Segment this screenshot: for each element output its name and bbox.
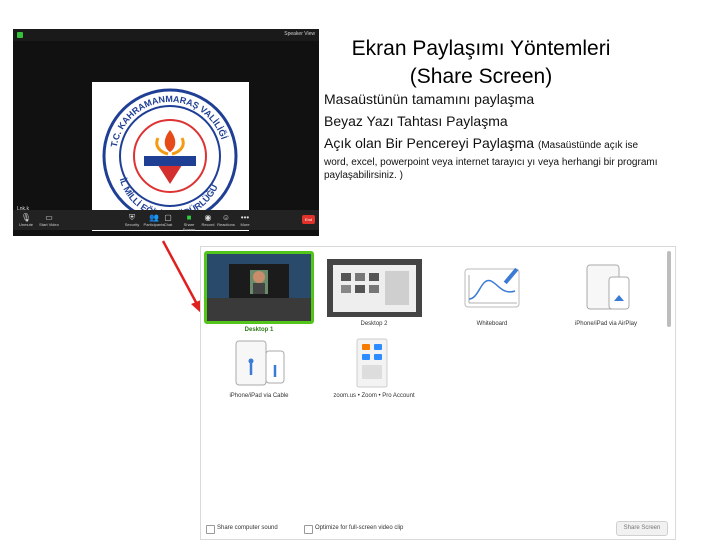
method-item-1: Masaüstünün tamamını paylaşma bbox=[324, 91, 535, 107]
method-item-3-detail: word, excel, powerpoint veya internet ta… bbox=[324, 157, 658, 181]
share-option-airplay[interactable]: iPhone/iPad via AirPlay bbox=[551, 251, 661, 335]
zoom-window-label: zoom.us • Zoom • Pro Account bbox=[333, 393, 415, 399]
zoom-top-bar: Speaker View bbox=[13, 29, 319, 41]
cable-label: iPhone/iPad via Cable bbox=[229, 393, 289, 399]
method-item-2: Beyaz Yazı Tahtası Paylaşma bbox=[324, 113, 508, 129]
zoom-meeting-window: Speaker View T.C. KAHRAMANMARAŞ VALİLİĞİ… bbox=[13, 29, 319, 236]
ipad-cable-icon bbox=[235, 340, 285, 386]
method-item-3-note: (Masaüstünde açık ise bbox=[537, 140, 639, 151]
share-option-whiteboard[interactable]: Whiteboard bbox=[437, 251, 547, 335]
desktop-2-label: Desktop 2 bbox=[360, 321, 388, 327]
camera-icon: ▭ bbox=[45, 213, 53, 222]
share-option-desktop-2[interactable]: Desktop 2 bbox=[319, 251, 429, 335]
optimize-video-checkbox[interactable] bbox=[304, 525, 313, 534]
title-line-2: (Share Screen) bbox=[409, 65, 553, 88]
share-option-desktop-1[interactable]: Desktop 1 bbox=[204, 251, 314, 335]
meb-logo: T.C. KAHRAMANMARAŞ VALİLİĞİ İL MİLLİ EĞİ… bbox=[92, 82, 249, 231]
share-screen-submit-button[interactable]: Share Screen bbox=[616, 521, 668, 536]
zoom-app-icon bbox=[356, 338, 388, 388]
unmute-button[interactable]: 🎙 Unmute bbox=[15, 213, 37, 227]
logo-text-top: T.C. KAHRAMANMARAŞ VALİLİĞİ bbox=[109, 94, 229, 148]
chat-button[interactable]: ▢ Chat bbox=[157, 213, 179, 227]
share-option-zoom-window[interactable]: zoom.us • Zoom • Pro Account bbox=[319, 335, 429, 405]
desktop-1-label: Desktop 1 bbox=[244, 327, 274, 333]
cable-thumbnail bbox=[204, 335, 314, 395]
end-meeting-button[interactable]: End bbox=[302, 215, 315, 224]
slide-title: Ekran Paylaşımı Yöntemleri (Share Screen… bbox=[316, 35, 646, 91]
desktop-2-thumbnail bbox=[319, 251, 429, 324]
encryption-shield-icon[interactable] bbox=[17, 32, 23, 38]
desktop-1-thumbnail bbox=[204, 251, 314, 324]
scrollbar[interactable] bbox=[667, 251, 671, 327]
share-option-cable[interactable]: iPhone/iPad via Cable bbox=[204, 335, 314, 405]
start-video-button[interactable]: ▭ Start Video bbox=[38, 213, 60, 227]
chat-icon: ▢ bbox=[164, 213, 172, 222]
title-line-1: Ekran Paylaşımı Yöntemleri bbox=[351, 37, 611, 60]
share-screen-dialog: Desktop 1 Desktop 2 Whiteboard iPhone/iP… bbox=[200, 246, 676, 540]
more-icon: ••• bbox=[240, 213, 250, 222]
speaker-view-button[interactable]: Speaker View bbox=[284, 31, 315, 37]
airplay-thumbnail bbox=[551, 251, 661, 324]
whiteboard-icon bbox=[464, 267, 520, 308]
video-stage: T.C. KAHRAMANMARAŞ VALİLİĞİ İL MİLLİ EĞİ… bbox=[13, 41, 319, 236]
whiteboard-thumbnail bbox=[437, 251, 547, 324]
method-item-3: Açık olan Bir Pencereyi Paylaşma (Masaüs… bbox=[324, 135, 638, 151]
whiteboard-label: Whiteboard bbox=[476, 321, 508, 327]
share-sound-label: Share computer sound bbox=[217, 525, 278, 531]
dialog-footer: Share computer sound Optimize for full-s… bbox=[201, 517, 675, 539]
airplay-label: iPhone/iPad via AirPlay bbox=[574, 321, 638, 327]
mic-icon: 🎙 bbox=[20, 213, 32, 222]
method-item-3-label: Açık olan Bir Pencereyi Paylaşma bbox=[324, 135, 535, 151]
ipad-airplay-icon bbox=[586, 264, 630, 310]
zoom-toolbar: 🎙 Unmute ▭ Start Video ⛨ Security 👥 Particip… bbox=[13, 210, 319, 232]
optimize-video-label: Optimize for full-screen video clip bbox=[315, 525, 404, 531]
share-sound-checkbox[interactable] bbox=[206, 525, 215, 534]
shield-icon: ⛨ bbox=[129, 213, 135, 222]
security-button[interactable]: ⛨ Security bbox=[121, 213, 143, 227]
svg-text:T.C. KAHRAMANMARAŞ VALİLİĞİ: T.C. KAHRAMANMARAŞ VALİLİĞİ bbox=[109, 94, 229, 148]
more-button[interactable]: ••• More bbox=[234, 213, 256, 227]
zoom-window-thumbnail bbox=[319, 335, 429, 395]
